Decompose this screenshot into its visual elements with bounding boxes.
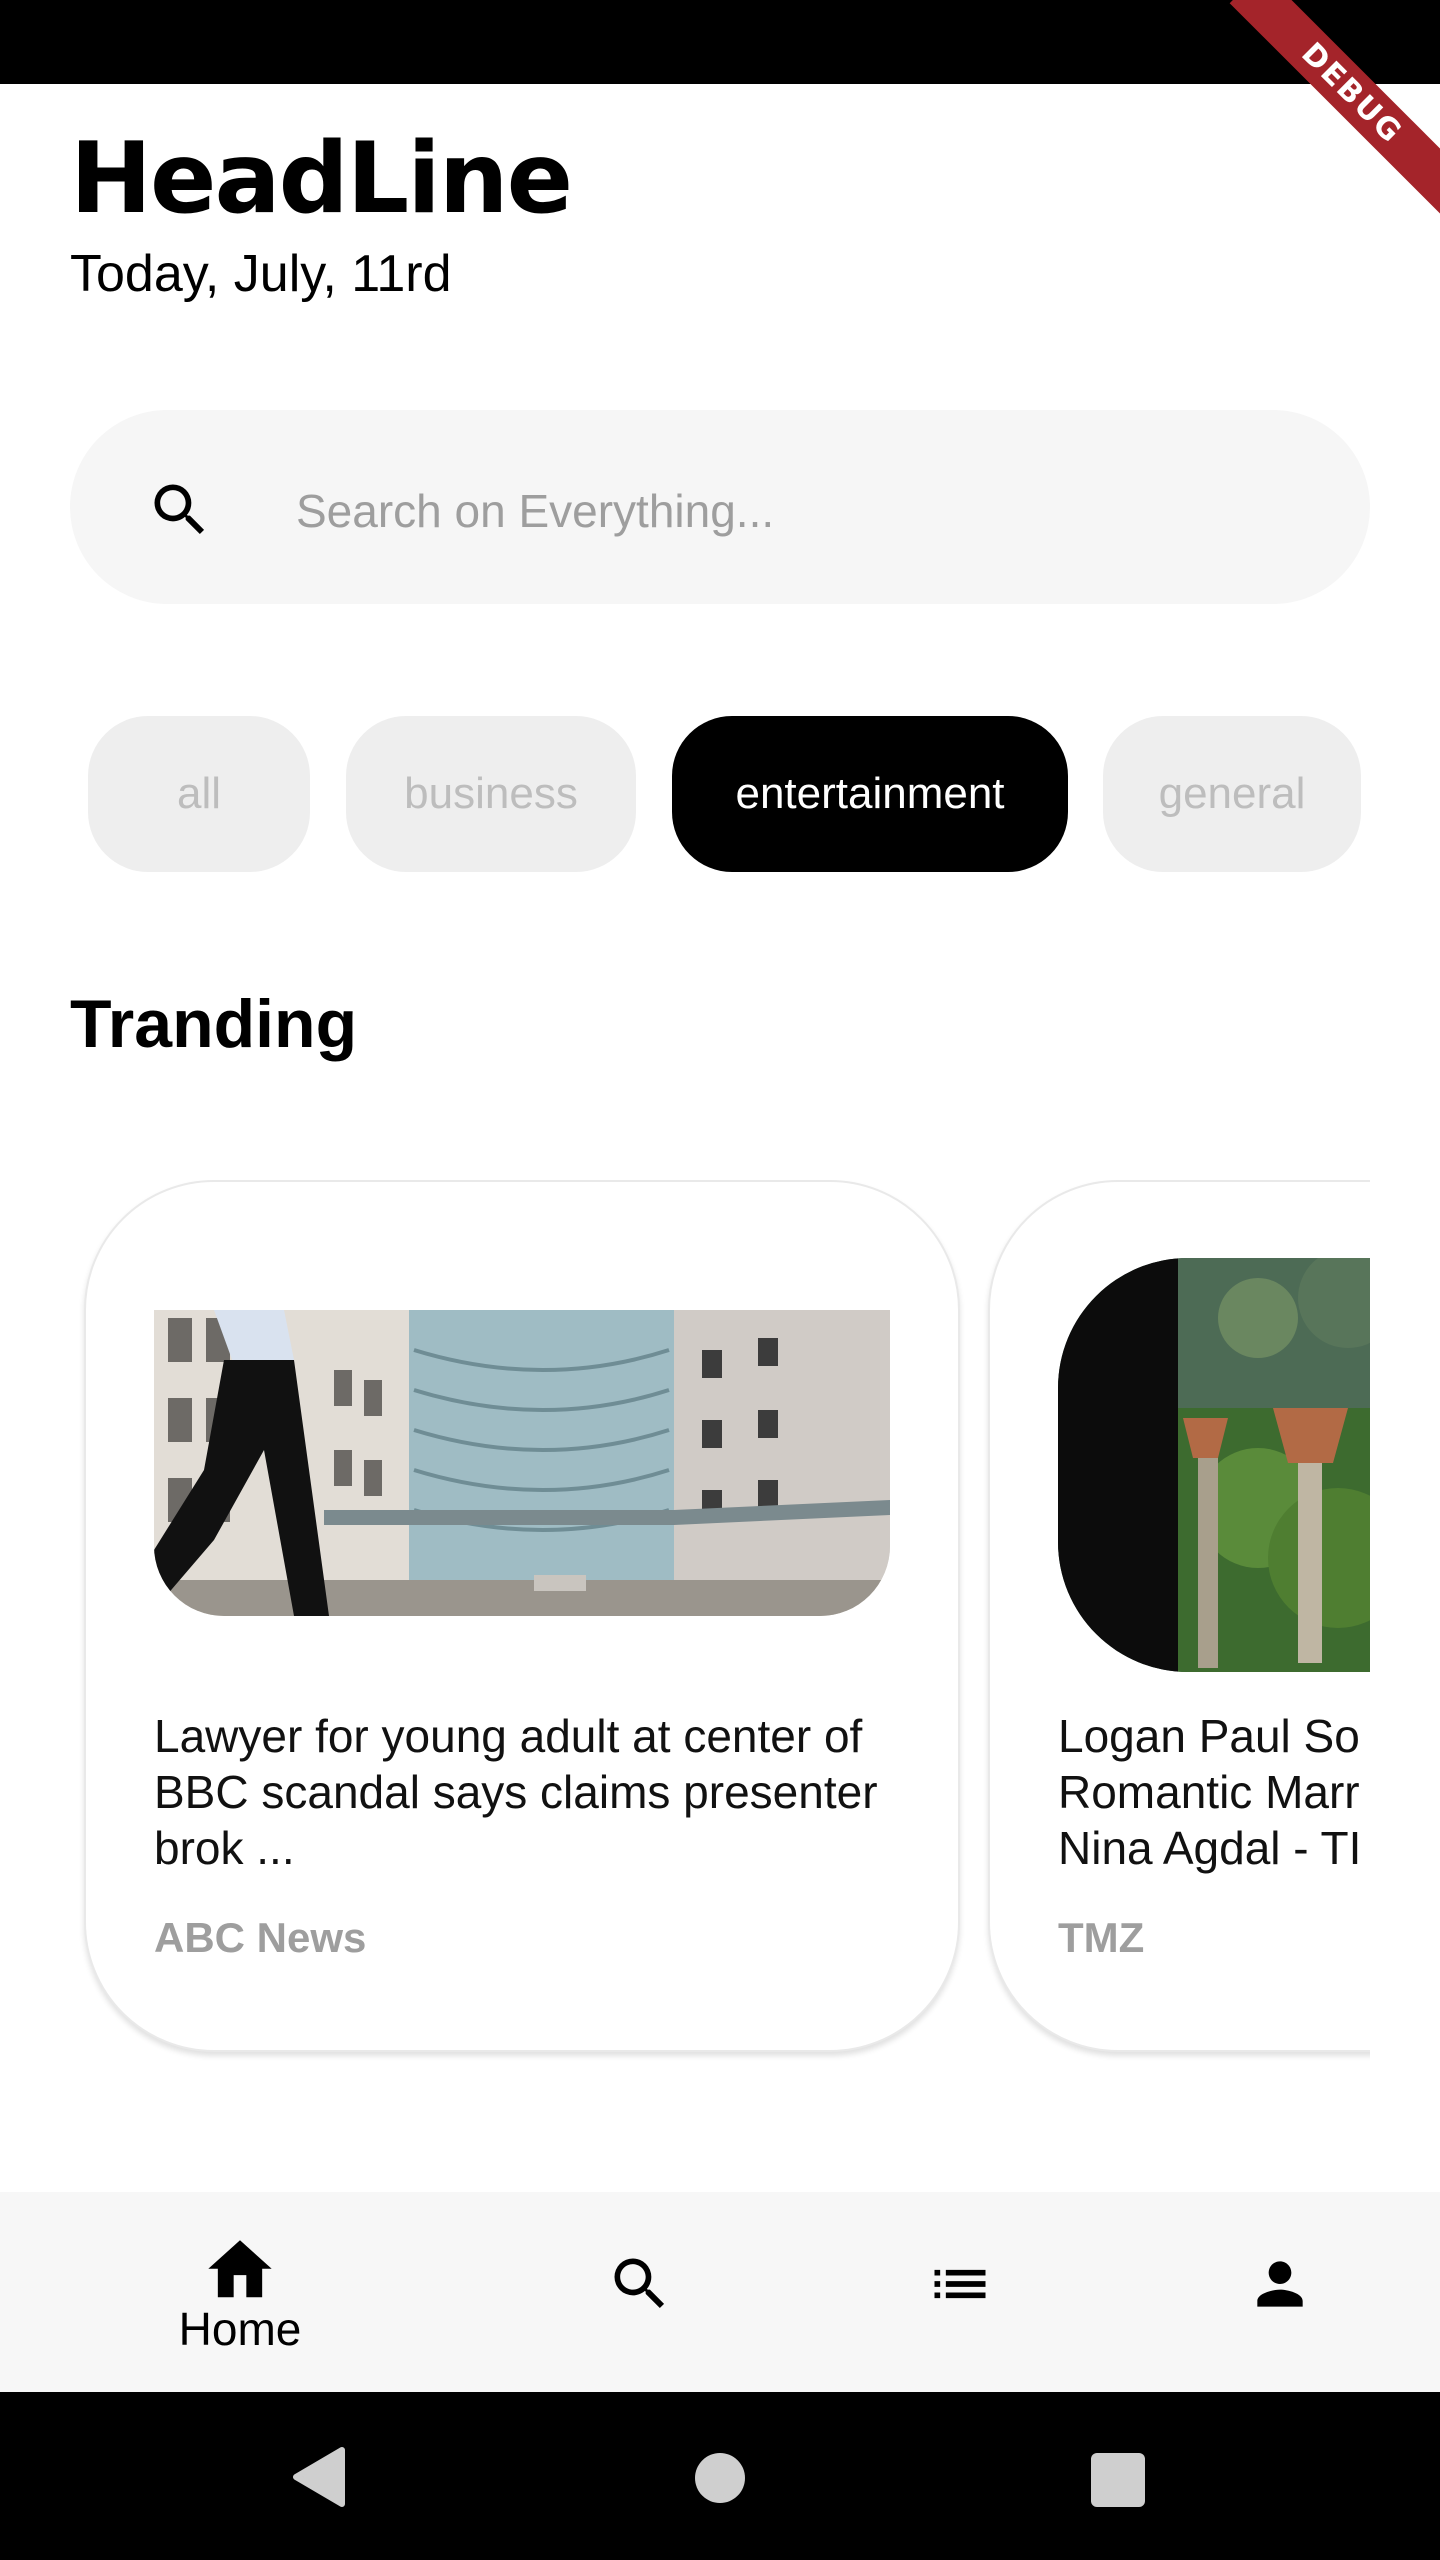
status-bar [0, 0, 1440, 84]
recents-square-icon[interactable] [1090, 2452, 1146, 2508]
trending-section-title: Tranding [70, 986, 358, 1062]
category-chip-business[interactable]: business [346, 716, 636, 872]
app-title: HeadLine [70, 122, 573, 236]
category-chip-all[interactable]: all [88, 716, 310, 872]
nav-home-label: Home [178, 2303, 302, 2355]
bbc-building-image [154, 1310, 890, 1616]
search-input[interactable] [294, 468, 1298, 554]
news-card-title-line: Nina Agdal - TI [1058, 1822, 1362, 1874]
list-icon [934, 2269, 986, 2299]
category-chip-label: business [404, 769, 578, 818]
category-chip-label: all [176, 769, 222, 818]
category-chip-label: general [1158, 769, 1306, 818]
category-chip-label: entertainment [735, 769, 1005, 818]
couple-photo-image [1058, 1258, 1370, 1672]
nav-list-button[interactable] [924, 2250, 996, 2318]
news-card-image [1058, 1258, 1370, 1672]
news-card-title[interactable]: Logan Paul So Romantic Marr Nina Agdal -… [1058, 1708, 1370, 1876]
home-circle-icon[interactable] [694, 2452, 746, 2504]
news-card-source: ABC News [154, 1914, 367, 1961]
news-card-image [154, 1310, 890, 1616]
home-icon [208, 2240, 272, 2298]
category-chip-general[interactable]: general [1103, 716, 1361, 872]
category-chip-entertainment[interactable]: entertainment [672, 716, 1068, 872]
back-icon[interactable] [290, 2446, 346, 2508]
person-icon [1257, 2261, 1303, 2307]
news-card[interactable]: Logan Paul So Romantic Marr Nina Agdal -… [988, 1180, 1370, 2052]
news-card[interactable]: Lawyer for young adult at center of BBC … [84, 1180, 960, 2052]
news-card-title-line: Logan Paul So [1058, 1710, 1360, 1762]
system-navigation-bar [0, 2392, 1440, 2560]
news-card-title-line: Romantic Marr [1058, 1766, 1360, 1818]
bottom-navigation: Home [0, 2192, 1440, 2392]
nav-search-button[interactable] [604, 2250, 676, 2318]
nav-profile-button[interactable] [1244, 2250, 1316, 2318]
news-card-title[interactable]: Lawyer for young adult at center of BBC … [154, 1708, 894, 1876]
news-card-source: TMZ [1058, 1914, 1145, 1961]
header-date: Today, July, 11rd [70, 245, 452, 303]
search-icon [614, 2258, 665, 2309]
nav-home-button[interactable]: Home [160, 2230, 320, 2356]
trending-carousel[interactable]: Lawyer for young adult at center of BBC … [0, 1180, 1370, 2080]
search-icon [154, 484, 205, 535]
